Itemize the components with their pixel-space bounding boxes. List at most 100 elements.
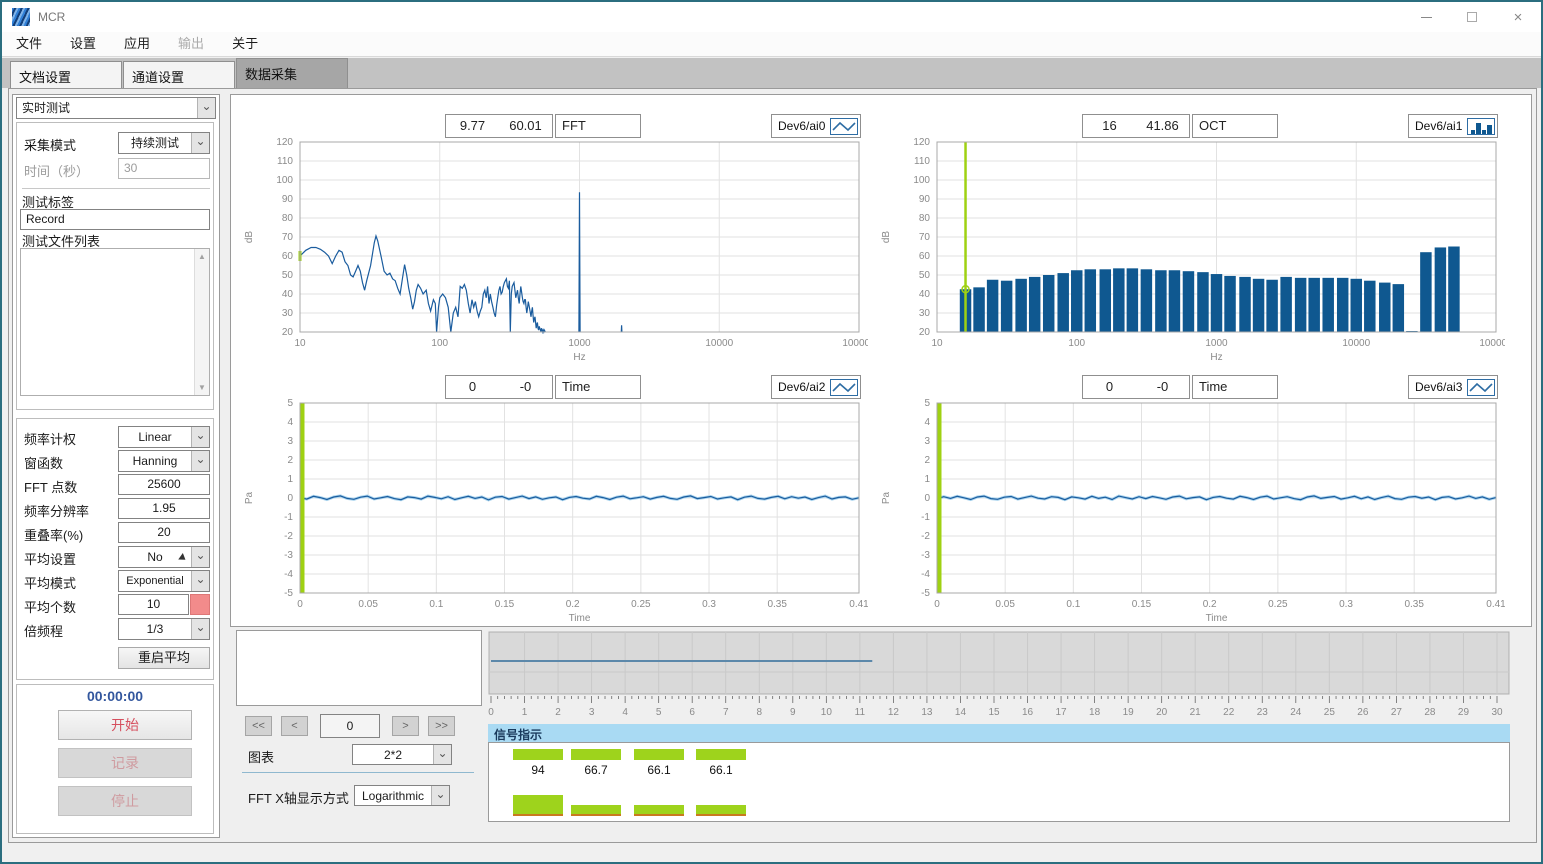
minimize-icon xyxy=(1421,17,1432,18)
app-logo-icon xyxy=(12,8,30,26)
svg-text:4: 4 xyxy=(287,417,293,428)
start-button[interactable]: 开始 xyxy=(58,710,192,740)
svg-text:27: 27 xyxy=(1391,707,1403,718)
time-chart-ai3[interactable]: -5-4-3-2-101234500.050.10.150.20.250.30.… xyxy=(875,393,1505,630)
svg-text:-3: -3 xyxy=(284,550,293,561)
svg-text:80: 80 xyxy=(919,213,931,224)
svg-text:0.15: 0.15 xyxy=(495,599,515,610)
file-list-scrollbar[interactable]: ▲ ▼ xyxy=(194,249,209,395)
nav-next-button[interactable]: > xyxy=(392,716,419,736)
svg-text:25: 25 xyxy=(1324,707,1336,718)
menu-apply[interactable]: 应用 xyxy=(110,32,164,56)
svg-text:30: 30 xyxy=(282,308,294,319)
chart-layout-label: 图表 xyxy=(248,747,274,766)
svg-text:0.25: 0.25 xyxy=(1268,599,1288,610)
svg-text:0.25: 0.25 xyxy=(631,599,651,610)
svg-text:20: 20 xyxy=(919,327,931,338)
signal-level-bar xyxy=(634,749,684,760)
svg-text:40: 40 xyxy=(282,289,294,300)
menu-file[interactable]: 文件 xyxy=(2,32,56,56)
avg-count-warning-flag xyxy=(190,594,210,615)
close-button[interactable]: × xyxy=(1495,2,1541,32)
chevron-down-icon: ⌄ xyxy=(431,786,449,805)
overlap-input[interactable]: 20 xyxy=(118,522,210,543)
tab-data-acquisition[interactable]: 数据采集 xyxy=(236,58,348,88)
svg-text:70: 70 xyxy=(282,232,294,243)
svg-text:0: 0 xyxy=(934,599,940,610)
avg-count-input[interactable]: 10 xyxy=(118,594,189,615)
avg-mode-select[interactable]: Exponential ⌄ xyxy=(118,570,210,592)
svg-text:1000: 1000 xyxy=(568,338,591,349)
restart-avg-button[interactable]: 重启平均 xyxy=(118,647,210,669)
test-label-input[interactable]: Record xyxy=(20,209,210,230)
time-chart-ai2[interactable]: -5-4-3-2-101234500.050.10.150.20.250.30.… xyxy=(238,393,868,630)
svg-text:-4: -4 xyxy=(921,569,930,580)
svg-text:19: 19 xyxy=(1123,707,1135,718)
nav-first-button[interactable]: << xyxy=(245,716,272,736)
svg-text:100: 100 xyxy=(913,175,930,186)
freq-weighting-select[interactable]: Linear ⌄ xyxy=(118,426,210,448)
svg-text:0.05: 0.05 xyxy=(358,599,378,610)
progress-timeline[interactable]: 0123456789101112131415161718192021222324… xyxy=(488,630,1512,725)
nav-last-button[interactable]: >> xyxy=(428,716,455,736)
avg-mode-label: 平均模式 xyxy=(24,573,76,592)
svg-text:3: 3 xyxy=(589,707,595,718)
svg-text:60: 60 xyxy=(282,251,294,262)
svg-text:dB: dB xyxy=(244,231,255,244)
octave-select[interactable]: 1/3 ⌄ xyxy=(118,618,210,640)
svg-text:-2: -2 xyxy=(284,531,293,542)
signal-level-value: 94 xyxy=(513,763,563,777)
svg-text:0: 0 xyxy=(488,707,494,718)
freq-resolution-input[interactable]: 1.95 xyxy=(118,498,210,519)
fft-points-label: FFT 点数 xyxy=(24,477,77,496)
test-file-list[interactable]: ▲ ▼ xyxy=(20,248,210,396)
svg-text:-3: -3 xyxy=(921,550,930,561)
fft-points-input[interactable]: 25600 xyxy=(118,474,210,495)
avg-setting-select[interactable]: No ⌄ xyxy=(118,546,210,568)
svg-text:10000: 10000 xyxy=(1342,338,1370,349)
svg-text:17: 17 xyxy=(1056,707,1068,718)
svg-text:2: 2 xyxy=(924,455,930,466)
overlap-label: 重叠率(%) xyxy=(24,525,83,544)
svg-text:15: 15 xyxy=(988,707,1000,718)
window-func-select[interactable]: Hanning ⌄ xyxy=(118,450,210,472)
oct-chart[interactable]: 2030405060708090100110120101001000100001… xyxy=(875,132,1505,369)
nav-index-input[interactable]: 0 xyxy=(320,714,380,738)
svg-text:28: 28 xyxy=(1424,707,1436,718)
menu-output: 输出 xyxy=(164,32,218,56)
tab-document-settings[interactable]: 文档设置 xyxy=(10,61,122,88)
minimize-button[interactable] xyxy=(1403,2,1449,32)
svg-text:Hz: Hz xyxy=(1210,352,1222,363)
signal-channel-1: 94 xyxy=(513,743,563,823)
maximize-icon xyxy=(1467,12,1477,22)
svg-text:2: 2 xyxy=(287,455,293,466)
svg-text:21: 21 xyxy=(1190,707,1202,718)
svg-text:29: 29 xyxy=(1458,707,1470,718)
svg-text:Pa: Pa xyxy=(881,491,892,504)
svg-text:-1: -1 xyxy=(284,512,293,523)
chevron-down-icon: ⌄ xyxy=(191,571,209,591)
nav-prev-button[interactable]: < xyxy=(281,716,308,736)
scroll-up-icon[interactable]: ▲ xyxy=(195,252,209,261)
signal-channel-3: 66.1 xyxy=(634,743,684,823)
freq-resolution-label: 频率分辨率 xyxy=(24,501,89,520)
chevron-down-icon: ⌄ xyxy=(191,451,209,471)
svg-text:0.05: 0.05 xyxy=(995,599,1015,610)
scroll-down-icon[interactable]: ▼ xyxy=(195,383,209,392)
svg-text:0: 0 xyxy=(924,493,930,504)
menu-settings[interactable]: 设置 xyxy=(56,32,110,56)
maximize-button[interactable] xyxy=(1449,2,1495,32)
svg-text:20: 20 xyxy=(1156,707,1168,718)
chart-layout-select[interactable]: 2*2 ⌄ xyxy=(352,744,452,765)
acq-mode-select[interactable]: 持续测试 ⌄ xyxy=(118,132,210,154)
svg-text:1: 1 xyxy=(924,474,930,485)
fft-axis-mode-select[interactable]: Logarithmic ⌄ xyxy=(354,785,450,806)
fft-chart[interactable]: 2030405060708090100110120101001000100001… xyxy=(238,132,868,369)
freq-weighting-label: 频率计权 xyxy=(24,429,76,448)
menu-about[interactable]: 关于 xyxy=(218,32,272,56)
test-mode-select[interactable]: 实时测试 ⌄ xyxy=(16,97,216,119)
tab-channel-settings[interactable]: 通道设置 xyxy=(123,61,235,88)
signal-indication-panel: 94 66.7 66.1 66.1 xyxy=(488,742,1510,822)
svg-text:-5: -5 xyxy=(921,588,930,599)
svg-text:110: 110 xyxy=(914,156,930,167)
